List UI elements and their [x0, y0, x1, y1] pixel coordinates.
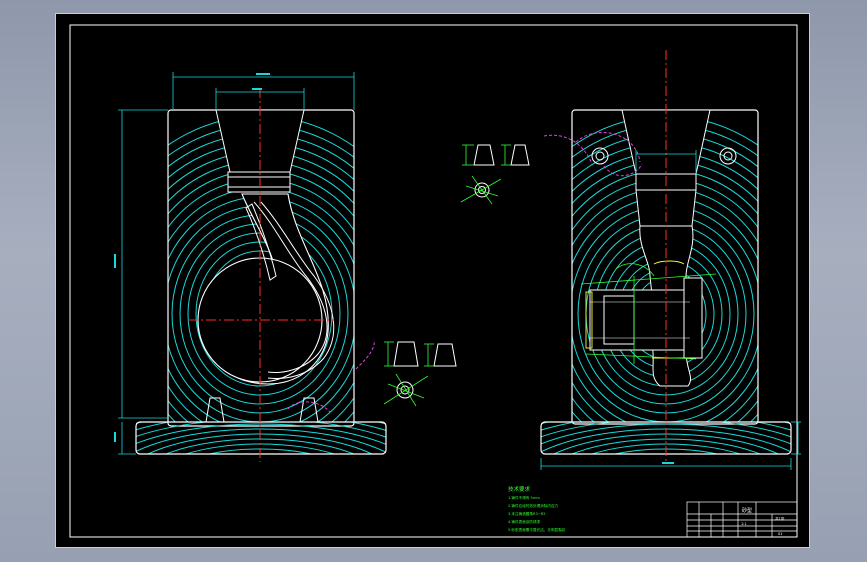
cad-drawing-canvas: 技术要求 1.铸件不得有 5mm 2.铸件应经时效处理消除内应力 3.未注铸造圆… [69, 24, 801, 538]
grain-line [610, 464, 722, 504]
notes-line-1: 1.铸件不得有 5mm [508, 495, 540, 500]
grain-line [190, 459, 330, 509]
notes-line-2: 2.铸件应经时效处理消除内应力 [508, 503, 559, 508]
detail-cone-4 [433, 343, 457, 367]
detail-cone-3 [393, 341, 419, 367]
notes-heading: 技术要求 [508, 485, 531, 493]
grain-line [136, 422, 386, 425]
grain-line [136, 428, 386, 453]
grain-line [541, 428, 791, 453]
grain-line [136, 423, 386, 445]
grain-line [652, 479, 680, 489]
title-block-sheet: 共1张 [775, 516, 785, 521]
right-mold-view [540, 50, 801, 509]
right-bolt-hole-2 [719, 147, 737, 165]
notes-line-5: 5.砂型表面需平整光洁，无明显裂纹 [508, 527, 566, 532]
grain-line [244, 453, 276, 454]
grain-line [624, 469, 708, 499]
grain-line [596, 459, 736, 509]
grain-line [246, 479, 274, 489]
title-block-drawing-no: 01 [778, 532, 783, 536]
detail-cone-2 [510, 144, 530, 166]
title-block-scale: 1:1 [741, 522, 747, 526]
left-pin-1 [205, 397, 225, 423]
notes-line-4: 4.铸件表面涂防锈漆 [508, 519, 541, 524]
right-horizontal-core [589, 289, 691, 351]
cad-viewport[interactable]: 技术要求 1.铸件不得有 5mm 2.铸件应经时效处理消除内应力 3.未注铸造圆… [55, 13, 810, 548]
grain-line [207, 448, 313, 454]
middle-detail-parts [355, 134, 593, 407]
grain-line [218, 469, 302, 499]
grain-line [204, 464, 316, 504]
grain-line [232, 474, 288, 494]
notes-line-3: 3.未注铸造圆角R3~R5 [508, 511, 546, 516]
detail-cone-1 [473, 144, 495, 166]
detail-ring-2 [396, 381, 414, 399]
left-neck [227, 171, 291, 193]
grain-line [638, 474, 694, 494]
technical-notes: 技术要求 1.铸件不得有 5mm 2.铸件应经时效处理消除内应力 3.未注铸造圆… [508, 485, 566, 532]
title-block-name: 砂型 [742, 507, 752, 514]
left-mold-view [114, 72, 387, 509]
